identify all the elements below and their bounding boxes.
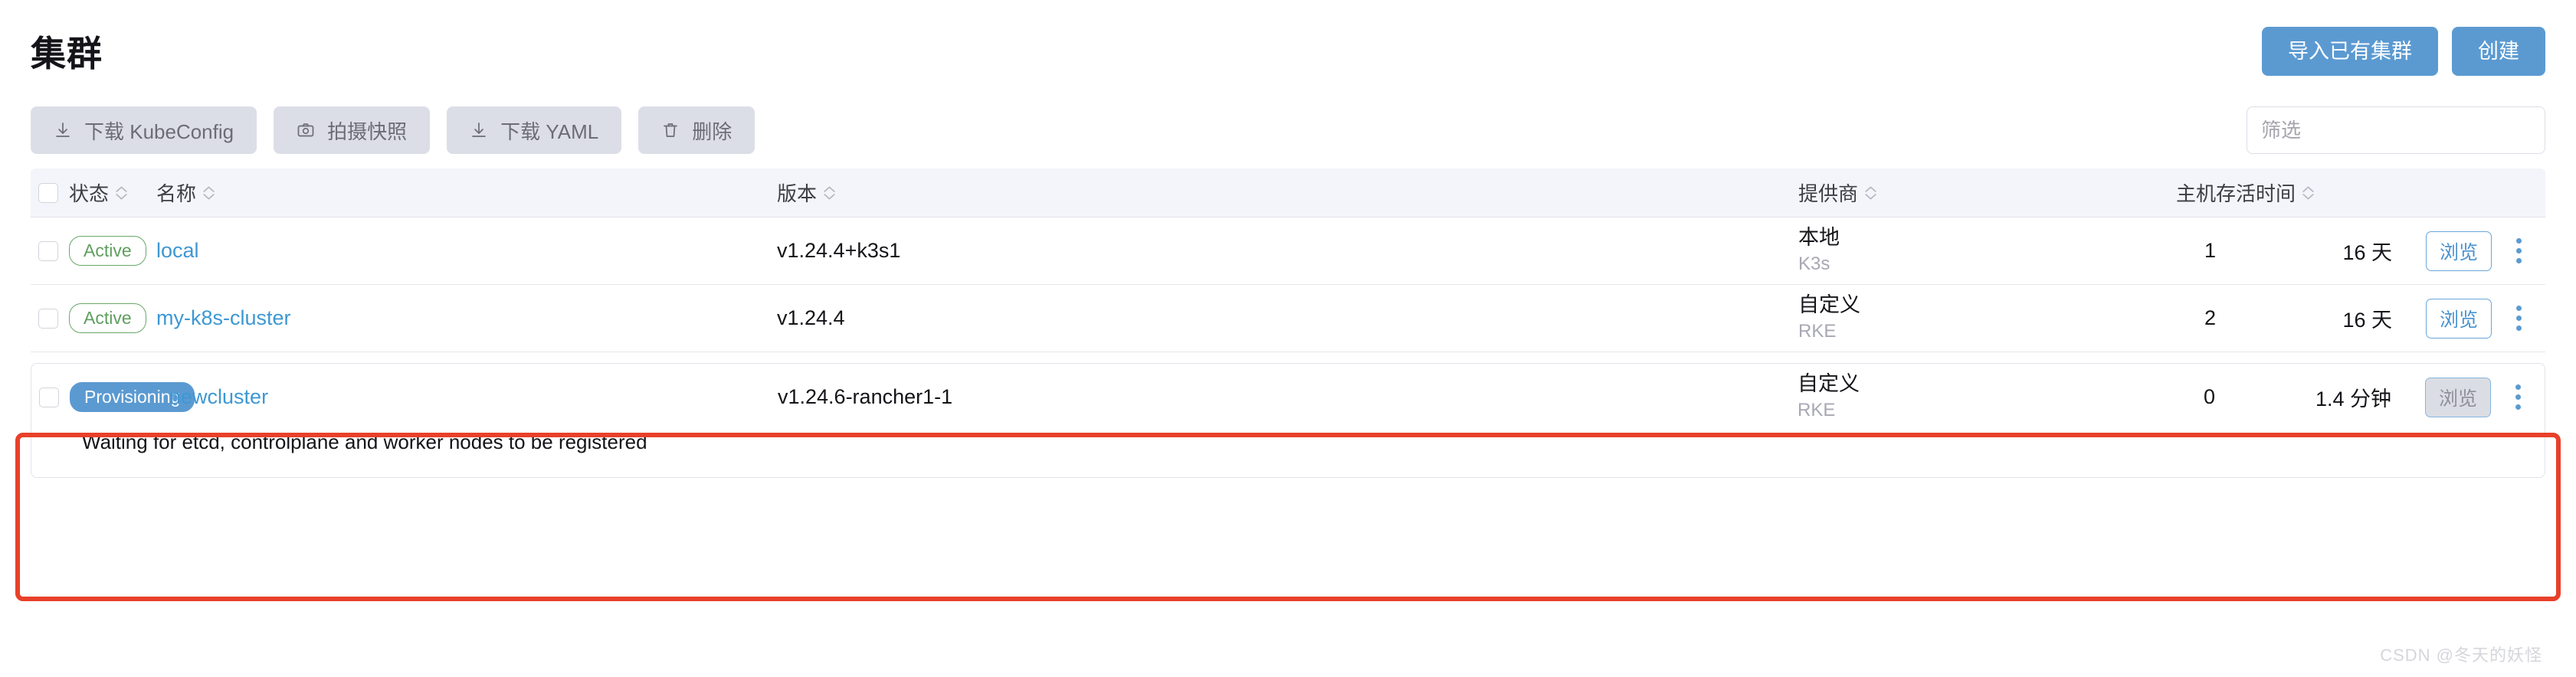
kebab-menu-icon[interactable]: [2512, 234, 2526, 268]
create-cluster-button[interactable]: 创建: [2452, 27, 2545, 76]
watermark: CSDN @冬天的妖怪: [2380, 646, 2542, 665]
row-status-message: Waiting for etcd, controlplane and worke…: [31, 430, 2545, 478]
row-hosts-cell: 0: [2203, 385, 2215, 408]
table-row[interactable]: Active my-k8s-cluster v1.24.4 自定义 RKE 2 …: [31, 285, 2545, 352]
bulk-action-buttons: 下载 KubeConfig 拍摄快照 下载 YAML 删除: [31, 106, 755, 154]
sort-icon[interactable]: [2302, 186, 2314, 200]
row-actions-cell: [2491, 380, 2545, 414]
provider-distro: RKE: [1798, 320, 1837, 342]
column-header-hosts-label: 主机: [2175, 182, 2216, 205]
column-header-age[interactable]: 存活时间: [2216, 178, 2392, 207]
take-snapshot-button[interactable]: 拍摄快照: [274, 106, 431, 154]
row-browse-cell: 浏览: [2392, 298, 2492, 338]
column-header-version-label: 版本: [777, 182, 818, 205]
select-all-checkbox[interactable]: [38, 182, 58, 203]
column-header-provider[interactable]: 提供商: [1798, 178, 2082, 207]
column-header-name[interactable]: 名称: [156, 178, 777, 207]
provider-distro: RKE: [1798, 399, 1836, 420]
clusters-page: 集群 导入已有集群 创建 下载 KubeConfig 拍摄快照 下载 YAML …: [0, 0, 2576, 677]
row-hosts-cell: 2: [2204, 306, 2216, 329]
delete-button[interactable]: 删除: [638, 106, 755, 154]
row-checkbox[interactable]: [39, 387, 59, 407]
row-name-cell: my-k8s-cluster: [156, 306, 777, 330]
row-checkbox[interactable]: [38, 308, 58, 329]
row-hosts-cell: 1: [2204, 239, 2216, 262]
table-row[interactable]: Provisioning newcluster v1.24.6-rancher1…: [31, 363, 2545, 430]
take-snapshot-label: 拍摄快照: [327, 119, 408, 143]
table-toolbar: 下载 KubeConfig 拍摄快照 下载 YAML 删除 筛选: [31, 95, 2545, 165]
download-yaml-button[interactable]: 下载 YAML: [447, 106, 622, 154]
column-header-name-label: 名称: [156, 182, 197, 205]
row-version-cell: v1.24.6-rancher1-1: [778, 385, 953, 408]
row-version-cell: v1.24.4: [777, 306, 845, 329]
column-header-provider-label: 提供商: [1798, 182, 1859, 205]
table-header-row: 状态 名称 版本 提供商 主机 存活时间: [31, 168, 2545, 217]
table-row[interactable]: Active local v1.24.4+k3s1 本地 K3s 1 16 天 …: [31, 217, 2545, 285]
row-provider-cell: 自定义 RKE: [1798, 372, 2081, 421]
table-row-wrapper: Active my-k8s-cluster v1.24.4 自定义 RKE 2 …: [31, 285, 2545, 352]
cluster-name-link[interactable]: local: [156, 239, 199, 262]
browse-button[interactable]: 浏览: [2425, 298, 2492, 338]
row-age-cell: 16 天: [2342, 309, 2392, 332]
search-input[interactable]: [2247, 106, 2545, 154]
page-title: 集群: [31, 34, 103, 74]
sort-icon[interactable]: [1865, 186, 1876, 200]
select-all-cell: [31, 182, 66, 203]
provider-name: 自定义: [1798, 372, 1860, 396]
row-provider-cell: 本地 K3s: [1798, 226, 2082, 275]
column-header-age-label: 存活时间: [2216, 182, 2296, 205]
download-yaml-label: 下载 YAML: [500, 119, 599, 143]
column-header-version[interactable]: 版本: [777, 178, 1798, 207]
sort-icon[interactable]: [203, 186, 215, 200]
row-browse-cell: 浏览: [2392, 231, 2492, 271]
kebab-menu-icon[interactable]: [2512, 301, 2526, 335]
row-status-cell: Active: [66, 303, 156, 333]
row-name-cell: local: [156, 239, 777, 263]
trash-icon: [661, 121, 680, 139]
page-header: 集群 导入已有集群 创建: [31, 0, 2545, 84]
row-select-cell: [31, 387, 67, 407]
status-badge: Active: [69, 303, 146, 333]
browse-button[interactable]: 浏览: [2424, 377, 2491, 417]
sort-icon[interactable]: [116, 186, 127, 200]
row-checkbox[interactable]: [38, 240, 58, 261]
row-age-cell: 1.4 分钟: [2315, 388, 2391, 410]
table-row-wrapper: Active local v1.24.4+k3s1 本地 K3s 1 16 天 …: [31, 217, 2545, 285]
status-badge: Active: [69, 236, 146, 266]
download-icon: [470, 121, 488, 139]
cluster-name-link[interactable]: my-k8s-cluster: [156, 306, 291, 329]
provider-name: 自定义: [1798, 293, 1860, 317]
provider-distro: K3s: [1798, 253, 1830, 274]
table-row-wrapper: Provisioning newcluster v1.24.6-rancher1…: [31, 363, 2545, 478]
delete-label: 删除: [692, 119, 732, 143]
row-status-cell: Provisioning: [67, 382, 195, 412]
row-actions-cell: [2492, 234, 2545, 268]
row-select-cell: [31, 240, 66, 261]
row-actions-cell: [2492, 301, 2545, 335]
row-age-cell: 16 天: [2342, 241, 2392, 264]
row-select-cell: [31, 308, 66, 329]
kebab-menu-icon[interactable]: [2511, 380, 2525, 414]
header-actions: 导入已有集群 创建: [2262, 27, 2545, 76]
row-name-cell: newcluster: [157, 385, 778, 409]
row-version-cell: v1.24.4+k3s1: [777, 239, 901, 262]
download-kubeconfig-label: 下载 KubeConfig: [84, 119, 234, 143]
download-icon: [54, 121, 72, 139]
column-header-hosts: 主机: [2082, 178, 2216, 207]
download-kubeconfig-button[interactable]: 下载 KubeConfig: [31, 106, 257, 154]
column-header-status-label: 状态: [69, 182, 110, 205]
import-existing-cluster-button[interactable]: 导入已有集群: [2262, 27, 2438, 76]
column-header-status[interactable]: 状态: [66, 178, 156, 207]
provider-name: 本地: [1798, 226, 1840, 250]
sort-icon[interactable]: [824, 186, 835, 200]
cluster-name-link[interactable]: newcluster: [169, 385, 268, 408]
camera-icon: [297, 121, 315, 139]
row-provider-cell: 自定义 RKE: [1798, 293, 2082, 342]
clusters-table: 状态 名称 版本 提供商 主机 存活时间 Active local v1.24.…: [31, 168, 2545, 478]
row-status-cell: Active: [66, 236, 156, 266]
row-browse-cell: 浏览: [2391, 377, 2491, 417]
browse-button[interactable]: 浏览: [2425, 231, 2492, 271]
